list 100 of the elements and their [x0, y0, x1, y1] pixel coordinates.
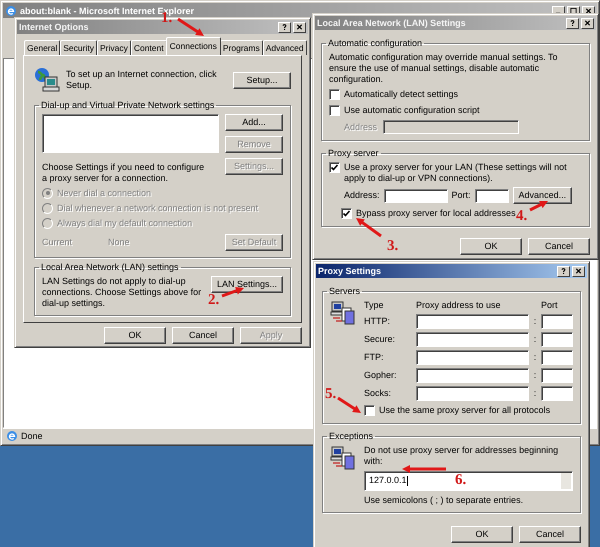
port-field[interactable]	[541, 386, 573, 401]
annotation-arrow	[529, 201, 548, 212]
checkbox[interactable]	[329, 89, 340, 100]
address-label: Address:	[344, 190, 380, 201]
close-icon	[584, 19, 591, 27]
step-number: 3.	[387, 238, 398, 254]
dialog-button[interactable]: OK	[104, 327, 166, 344]
port-field[interactable]	[541, 332, 573, 347]
lan-settings-button[interactable]: LAN Settings...	[210, 276, 283, 293]
exceptions-text: Do not use proxy server for addresses beginning with:	[364, 445, 560, 467]
browser-icon	[5, 5, 17, 17]
group-label: Dial-up and Virtual Private Network settings	[40, 100, 216, 111]
globe-computer-icon	[34, 67, 60, 93]
setup-button[interactable]: Setup...	[233, 72, 291, 88]
network-computers-icon	[330, 445, 356, 471]
checkbox-label: Use a proxy server for your LAN (These settings will not apply to dial-up or VPN connections).	[344, 162, 568, 184]
checkbox[interactable]	[329, 105, 340, 116]
network-computers-icon	[330, 300, 356, 326]
separator-text: :	[532, 352, 538, 363]
proxy-address-field[interactable]	[416, 386, 529, 401]
group-label: Servers	[328, 286, 362, 297]
protocol-label: FTP:	[364, 352, 384, 363]
help-icon	[569, 19, 576, 27]
checkbox[interactable]	[364, 405, 375, 416]
close-icon	[585, 7, 592, 15]
tab[interactable]: Privacy	[96, 40, 131, 55]
group-label: Exceptions	[328, 431, 374, 442]
checkbox-label: Use automatic configuration script	[344, 105, 480, 116]
column-header: Type	[364, 300, 385, 311]
dialog-button[interactable]: OK	[460, 238, 522, 255]
checkbox[interactable]	[329, 162, 340, 173]
tab[interactable]: Programs	[220, 40, 263, 55]
tab[interactable]: General	[24, 40, 60, 55]
annotation-arrow	[402, 465, 446, 473]
step-number: 4.	[516, 208, 528, 224]
separator-text: :	[532, 316, 538, 327]
address-label: Address	[344, 122, 378, 132]
dialog-title: Proxy Settings	[318, 266, 382, 276]
dialog-title: Local Area Network (LAN) Settings	[317, 18, 466, 28]
tab[interactable]: Security	[60, 40, 97, 55]
group-label: Automatic configuration	[327, 38, 424, 49]
status-text: Done	[21, 430, 43, 442]
close-button[interactable]	[572, 266, 585, 276]
port-field[interactable]	[474, 188, 509, 202]
current-label: Current	[42, 237, 74, 248]
protocol-label: Gopher:	[364, 370, 398, 381]
exceptions-note: Use semicolons ( ; ) to separate entries.	[364, 495, 524, 506]
step-number: 5.	[325, 386, 336, 402]
annotation-arrow	[177, 18, 204, 36]
current-value: None	[108, 237, 131, 248]
dialog-button[interactable]: Cancel	[172, 327, 234, 344]
checkbox-label: Automatically detect settings	[344, 89, 458, 100]
help-icon	[560, 267, 567, 275]
checkbox[interactable]	[341, 208, 352, 219]
group-label: Local Area Network (LAN) settings	[40, 262, 180, 273]
protocol-label: Secure:	[364, 334, 396, 345]
tab[interactable]: Advanced	[262, 40, 307, 55]
proxy-address-field[interactable]	[384, 188, 448, 202]
protocol-label: Socks:	[364, 388, 392, 399]
tab[interactable]: Connections	[166, 37, 221, 55]
port-label: Port:	[452, 190, 471, 201]
scrollbar[interactable]	[561, 473, 571, 489]
help-icon	[281, 23, 288, 31]
dialog-title: Internet Options	[19, 22, 88, 32]
annotation-arrow	[356, 218, 382, 238]
dialog-button[interactable]: Cancel	[528, 238, 590, 255]
maximize-icon	[570, 7, 577, 15]
advanced-button[interactable]: Advanced...	[512, 187, 572, 204]
port-field[interactable]	[541, 368, 573, 383]
proxy-hint-text: Choose Settings if you need to configure a proxy server for a connection.	[42, 162, 206, 184]
help-button[interactable]	[557, 266, 570, 276]
proxy-address-field[interactable]	[416, 314, 529, 329]
column-header: Port	[541, 300, 559, 311]
auto-config-text: Automatic configuration may override manual settings. To ensure the use of manual settings, disable automatic configuration.	[329, 52, 558, 85]
connection-list[interactable]	[42, 114, 219, 153]
setup-text: To set up an Internet connection, click Setup.	[66, 69, 218, 91]
annotation-arrow	[337, 396, 361, 413]
proxy-address-field[interactable]	[416, 332, 529, 347]
close-icon	[296, 23, 303, 31]
step-number: 6.	[455, 472, 466, 488]
dialup-button[interactable]: Add...	[225, 114, 283, 131]
checkbox-label: Bypass proxy server for local addresses	[356, 208, 516, 218]
dialog-button[interactable]: OK	[451, 526, 513, 543]
column-header: Proxy address to use	[416, 300, 502, 311]
separator-text: :	[532, 334, 538, 345]
tab[interactable]: Content	[130, 40, 167, 55]
group-label: Proxy server	[327, 148, 380, 159]
port-field[interactable]	[541, 350, 573, 365]
browser-icon	[6, 430, 18, 442]
separator-text: :	[532, 370, 538, 381]
dialog-button[interactable]: Cancel	[519, 526, 581, 543]
step-number: 2.	[208, 292, 220, 308]
proxy-address-field[interactable]	[416, 350, 529, 365]
checkbox-label: Use the same proxy server for all protocols	[379, 405, 550, 416]
lan-info-text: LAN Settings do not apply to dial-up connections. Choose Settings above for dial-up settings.	[42, 276, 202, 309]
protocol-label: HTTP:	[364, 316, 391, 327]
close-icon	[575, 267, 582, 275]
port-field[interactable]	[541, 314, 573, 329]
proxy-address-field[interactable]	[416, 368, 529, 383]
separator-text: :	[532, 388, 538, 399]
